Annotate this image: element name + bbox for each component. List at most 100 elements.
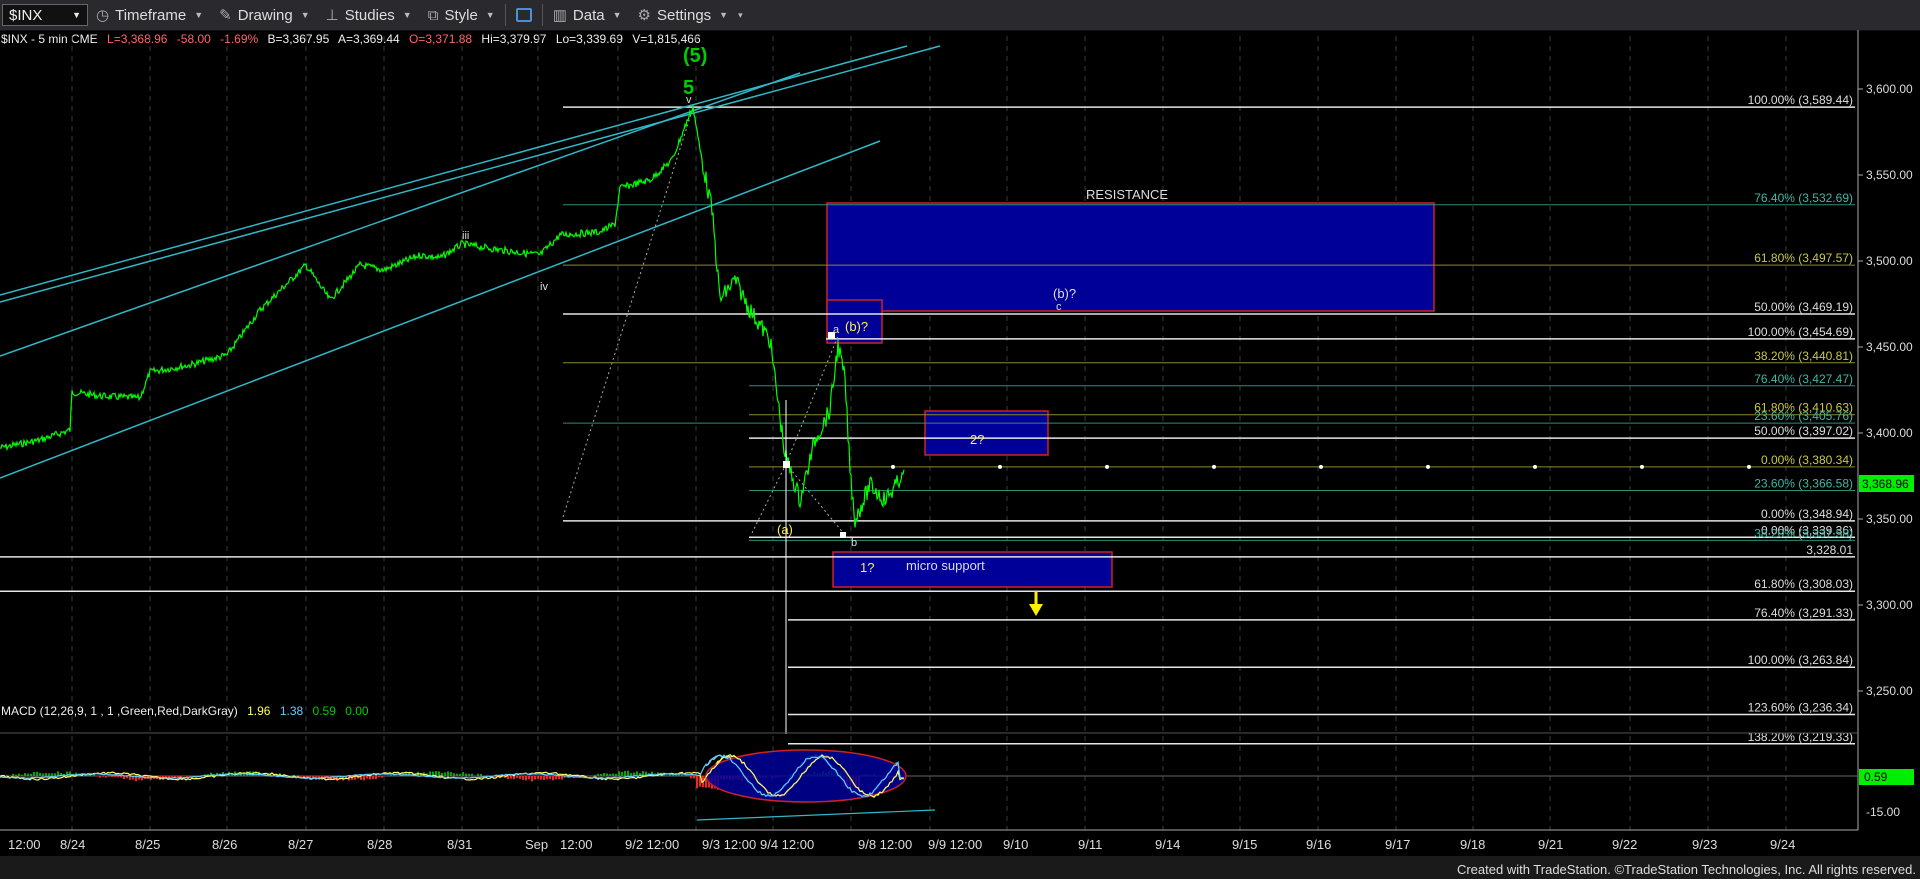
macd-hist-bar <box>870 775 872 776</box>
macd-hist-bar <box>438 771 440 776</box>
symbol-selector[interactable]: $INX ▼ <box>2 4 88 26</box>
macd-hist-bar <box>84 773 86 776</box>
chevron-down-icon: ▼ <box>612 10 622 20</box>
macd-hist-bar <box>618 771 620 776</box>
macd-hist-bar <box>378 776 380 778</box>
macd-hist-bar <box>312 776 314 778</box>
macd-hist-bar <box>330 776 332 780</box>
macd-hist-bar <box>33 771 35 776</box>
timeframe-menu[interactable]: ◷ Timeframe ▼ <box>88 0 211 30</box>
macd-hist-bar <box>228 771 230 776</box>
macd-hist-bar <box>531 776 533 782</box>
macd-hist-bar <box>864 774 866 776</box>
macd-hist-bar <box>234 771 236 776</box>
macd-hist-bar <box>417 771 419 776</box>
macd-hist-bar <box>459 773 461 776</box>
layout-button[interactable] <box>508 0 540 30</box>
drawing-menu[interactable]: ✎ Drawing ▼ <box>211 0 318 30</box>
macd-hist-bar <box>666 775 668 776</box>
macd-hist-bar <box>348 776 350 781</box>
studies-menu[interactable]: ⊥ Studies ▼ <box>318 0 420 30</box>
macd-hist-bar <box>129 776 131 780</box>
macd-hist-bar <box>681 774 683 776</box>
macd-hist-bar <box>246 771 248 776</box>
price-chart[interactable]: (5) 5 v iii iv RESISTANCE (b)? c a (b)? … <box>0 0 1920 879</box>
macd-hist-bar <box>72 773 74 776</box>
wave2-label: 2? <box>970 432 984 447</box>
macd-hist-bar <box>318 776 320 780</box>
macd-hist-bar <box>36 771 38 776</box>
macd-hist-bar <box>12 773 14 776</box>
macd-hist-bar <box>6 775 8 776</box>
wave2-zone <box>924 410 1049 456</box>
macd-hist-bar <box>819 772 821 776</box>
macd-hist-bar <box>720 776 722 780</box>
price-tick-label: 3,350.00 <box>1866 512 1913 526</box>
macd-hist-bar <box>408 773 410 776</box>
macd-hist-bar <box>549 776 551 780</box>
macd-hist-bar <box>606 773 608 776</box>
macd-hist-bar <box>489 776 491 778</box>
macd-hist-bar <box>282 774 284 776</box>
macd-hist-bar <box>831 771 833 776</box>
macd-hist-bar <box>51 773 53 776</box>
macd-hist-bar <box>99 776 101 778</box>
macd-hist-bar <box>423 772 425 776</box>
layout-icon <box>515 8 532 22</box>
macd-hist-bar <box>822 771 824 776</box>
macd-hist-bar <box>303 776 305 778</box>
fib-label: 123.60% (3,236.34) <box>1748 700 1853 714</box>
macd-hist-bar <box>213 773 215 776</box>
macd-hist-bar <box>705 776 707 788</box>
fib-label: 38.20% (3,440.81) <box>1754 349 1853 363</box>
macd-hist-bar <box>717 776 719 790</box>
macd-hist-bar <box>867 774 869 776</box>
macd-hist-bar <box>708 776 710 788</box>
data-menu[interactable]: ▥ Data ▼ <box>545 0 630 30</box>
style-menu[interactable]: ⧉ Style ▼ <box>420 0 503 30</box>
macd-hist-bar <box>516 776 518 778</box>
time-label: 9/2 12:00 <box>625 837 679 852</box>
a-paren-label: (a) <box>777 522 793 537</box>
time-label: 8/31 <box>447 837 472 852</box>
macd-hist-bar <box>855 776 857 788</box>
macd-signal-highlight <box>705 754 905 798</box>
macd-hist-bar <box>810 773 812 776</box>
fib-label: 100.00% (3,263.84) <box>1748 653 1853 667</box>
macd-last-badge-text: 0.59 <box>1864 770 1888 784</box>
gear-icon: ⚙ <box>637 7 651 24</box>
pivot-marker <box>783 461 790 468</box>
fib-label: 23.60% (3,366.58) <box>1754 476 1853 490</box>
macd-hist-bar <box>555 776 557 780</box>
macd-hist-bar <box>753 776 755 780</box>
macd-hist-bar <box>852 776 854 787</box>
fib-label: 3,328.01 <box>1806 543 1853 557</box>
macd-hist-bar <box>480 773 482 776</box>
macd-hist-bar <box>585 776 587 777</box>
macd-hist-bar <box>669 773 671 776</box>
macd-hist-bar <box>291 775 293 776</box>
macd-hist-bar <box>333 776 335 781</box>
macd-hist-bar <box>849 776 851 787</box>
resistance-label: RESISTANCE <box>1086 187 1168 202</box>
fib-label: 0.00% (3,348.94) <box>1761 507 1853 521</box>
macd-hist-bar <box>429 771 431 776</box>
fib-label: 50.00% (3,397.02) <box>1754 424 1853 438</box>
settings-menu[interactable]: ⚙ Settings ▼ <box>630 0 737 30</box>
macd-hist-bar <box>837 773 839 776</box>
low-price: Lo=3,339.69 <box>555 32 623 46</box>
macd-hist-bar <box>222 771 224 776</box>
level-dot <box>998 464 1002 469</box>
macd-hist-bar <box>696 776 698 789</box>
chevron-down-icon[interactable]: ▼ <box>72 10 81 20</box>
macd-hist-bar <box>672 773 674 776</box>
wave1-label: 1? <box>860 560 874 575</box>
macd-hist-bar <box>465 773 467 776</box>
fib-label: 50.00% (3,469.19) <box>1754 300 1853 314</box>
wave-v-label: v <box>686 94 692 106</box>
macd-hist-bar <box>594 774 596 776</box>
macd-hist-bar <box>543 776 545 780</box>
overflow-menu[interactable]: ▾ <box>736 0 745 30</box>
time-label: 8/28 <box>367 837 392 852</box>
macd-hist-bar <box>759 776 761 778</box>
